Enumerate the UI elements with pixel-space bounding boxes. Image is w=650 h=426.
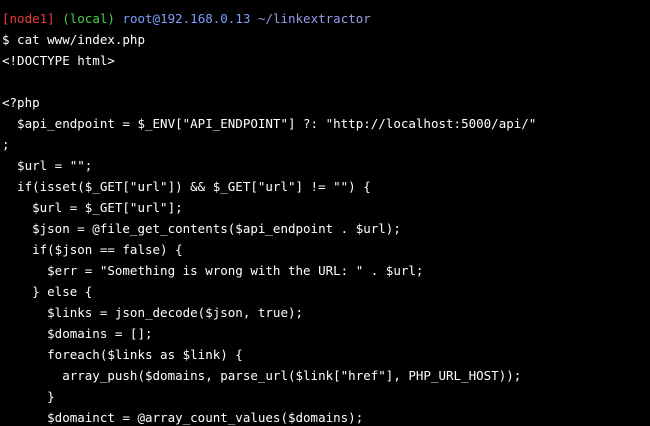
output-line: $json = @file_get_contents($api_endpoint… (2, 221, 401, 236)
output-line: } (2, 389, 55, 404)
output-line: } else { (2, 284, 93, 299)
output-line: $api_endpoint = $_ENV["API_ENDPOINT"] ?:… (2, 116, 537, 131)
output-line: if($json == false) { (2, 242, 183, 257)
output-line: $links = json_decode($json, true); (2, 305, 304, 320)
prompt-node: [node1] (2, 11, 55, 26)
output-line: <?php (2, 95, 40, 110)
prompt-user-host: root@192.168.0.13 (122, 11, 251, 26)
output-line: $domainct = @array_count_values($domains… (2, 410, 364, 425)
output-line: foreach($links as $link) { (2, 347, 243, 362)
prompt-env: (local) (62, 11, 115, 26)
output-line: $domains = []; (2, 326, 153, 341)
terminal-window[interactable]: [node1] (local) root@192.168.0.13 ~/link… (0, 0, 650, 426)
output-line: $err = "Something is wrong with the URL:… (2, 263, 424, 278)
output-line: $url = $_GET["url"]; (2, 200, 183, 215)
shell-prompt: [node1] (local) root@192.168.0.13 ~/link… (2, 8, 650, 29)
command-line: $ cat www/index.php (2, 32, 145, 47)
output-line: if(isset($_GET["url"]) && $_GET["url"] !… (2, 179, 371, 194)
output-line: array_push($domains, parse_url($link["hr… (2, 368, 522, 383)
output-line: ; (2, 137, 10, 152)
prompt-path: ~/linkextractor (257, 11, 371, 26)
output-line: $url = ""; (2, 158, 93, 173)
output-line: <!DOCTYPE html> (2, 53, 115, 68)
